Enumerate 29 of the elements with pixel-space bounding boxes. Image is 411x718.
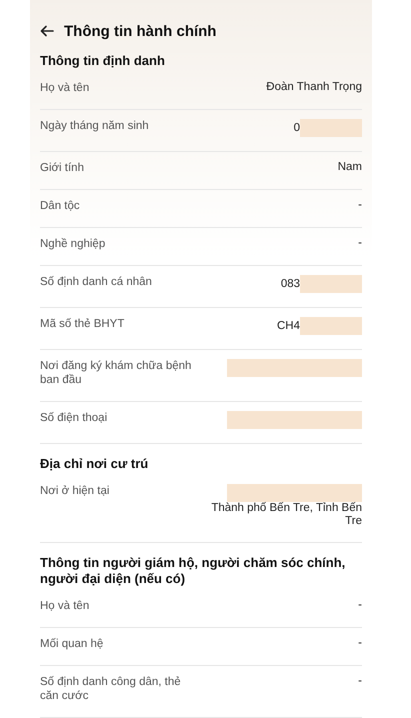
field-value: - <box>358 599 362 612</box>
field-label: Mối quan hệ <box>40 637 104 651</box>
section-title: Thông tin người giám hộ, người chăm sóc chính, người đại diện (nếu có) <box>40 555 346 587</box>
field-value: - <box>358 199 362 212</box>
field-value: - <box>358 637 362 650</box>
field-label: Số điện thoại <box>40 411 108 425</box>
field-value: - <box>358 675 362 688</box>
back-button[interactable] <box>40 25 54 37</box>
field-label: Ngày tháng năm sinh <box>40 119 150 133</box>
field-value: Đoàn Thanh Trọng <box>266 81 362 94</box>
field-value: Nam <box>338 161 362 174</box>
field-label: Họ và tên <box>40 599 90 613</box>
field-label: Nơi đăng ký khám chữa bệnh ban đầu <box>40 359 192 387</box>
field-value: Thành phố Bến Tre, Tỉnh Bến Tre <box>210 502 362 528</box>
field-label: Số định danh công dân, thẻ căn cước <box>40 675 182 703</box>
field-label: Số định danh cá nhân <box>40 275 153 289</box>
section-title: Thông tin định danh <box>40 53 166 69</box>
field-label: Mã số thẻ BHYT <box>40 317 126 331</box>
field-label: Nơi ở hiện tại <box>40 484 110 498</box>
field-value: CH4 <box>276 320 300 332</box>
field-label: Giới tính <box>40 161 85 175</box>
field-label: Nghề nghiệp <box>40 237 106 251</box>
field-label: Họ và tên <box>40 81 90 95</box>
field-value: 083 <box>280 278 300 290</box>
field-value: - <box>358 237 362 250</box>
field-value: 0 <box>294 122 300 134</box>
page-title: Thông tin hành chính <box>64 22 216 40</box>
section-title: Địa chỉ nơi cư trú <box>40 456 150 472</box>
field-label: Dân tộc <box>40 199 81 213</box>
